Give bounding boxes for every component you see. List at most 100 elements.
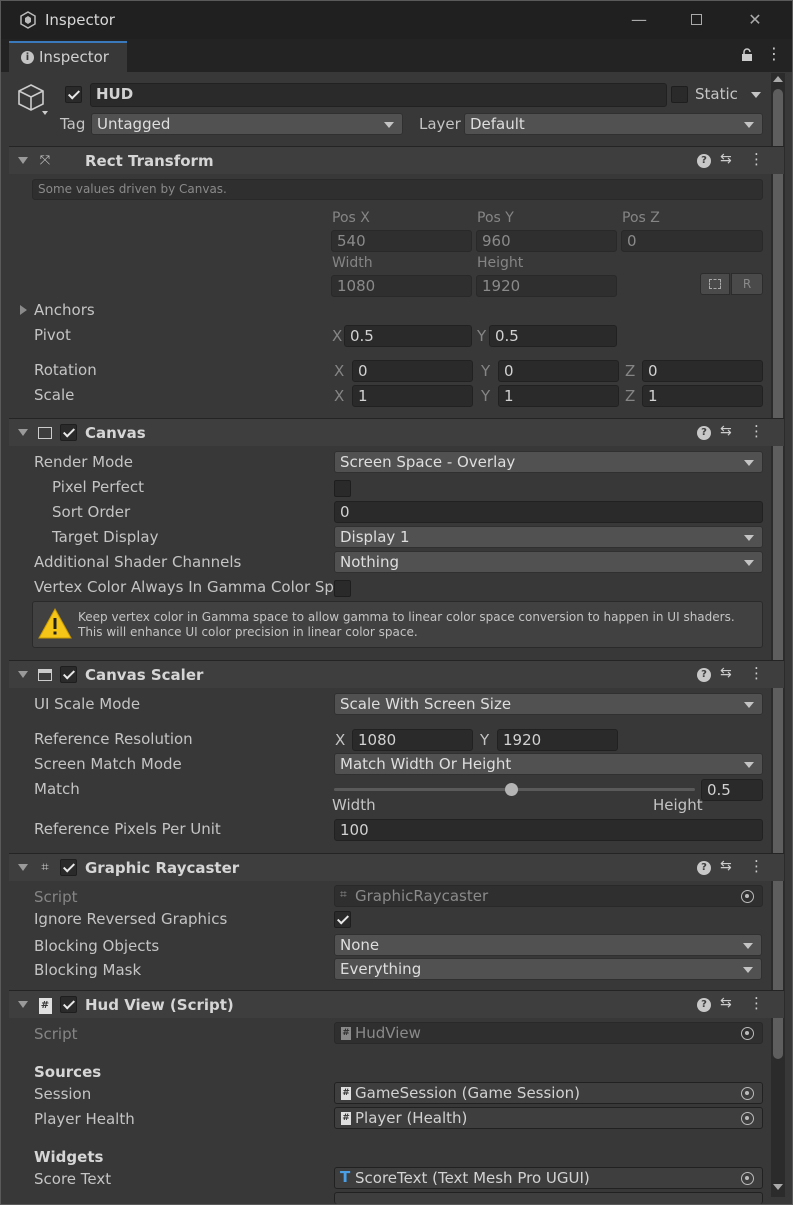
score-text-object-field[interactable]: T ScoreText (Text Mesh Pro UGUI) [334, 1167, 763, 1189]
fold-arrow-icon[interactable] [18, 157, 28, 164]
hud-script-field: # HudView [334, 1022, 763, 1044]
ignore-reversed-checkbox[interactable] [334, 911, 351, 928]
object-picker-icon[interactable] [741, 1172, 754, 1185]
gameobject-cube-icon[interactable] [17, 83, 51, 117]
match-slider-handle[interactable] [504, 783, 518, 796]
screen-match-mode-dropdown[interactable]: Match Width Or Height [334, 753, 763, 775]
rot-y-field[interactable]: 0 [498, 360, 619, 382]
ui-scale-mode-dropdown[interactable]: Scale With Screen Size [334, 693, 763, 715]
component-menu-icon[interactable]: ⋮ [749, 994, 764, 1012]
close-icon[interactable]: ✕ [745, 10, 765, 30]
target-display-label: Target Display [52, 528, 159, 546]
pixels-per-unit-field[interactable]: 100 [334, 819, 763, 841]
object-picker-icon [741, 1027, 754, 1040]
pos-z-field[interactable]: 0 [621, 230, 763, 252]
blueprint-mode-button[interactable] [700, 273, 730, 295]
session-object-field[interactable]: # GameSession (Game Session) [334, 1082, 763, 1104]
anchors-fold-icon[interactable] [20, 305, 27, 315]
maximize-icon[interactable] [686, 10, 706, 30]
presets-icon[interactable]: ⇆ [720, 151, 732, 167]
ui-scale-mode-label: UI Scale Mode [34, 695, 141, 713]
lock-icon[interactable] [741, 48, 753, 62]
hud-view-header[interactable]: # Hud View (Script) ? ⇆ ⋮ [9, 990, 784, 1018]
driven-values-note: Some values driven by Canvas. [32, 179, 763, 200]
chevron-down-icon [743, 943, 753, 949]
shader-channels-dropdown[interactable]: Nothing [334, 551, 763, 573]
tab-inspector[interactable]: i Inspector [9, 41, 127, 72]
component-menu-icon[interactable]: ⋮ [749, 150, 764, 168]
fold-arrow-icon[interactable] [18, 429, 28, 436]
kebab-menu-icon[interactable]: ⋮ [766, 45, 782, 63]
ref-x-axis: X [335, 731, 346, 749]
help-icon[interactable]: ? [697, 668, 711, 682]
object-picker-icon[interactable] [741, 1112, 754, 1125]
presets-icon[interactable]: ⇆ [720, 665, 732, 681]
ref-x-field[interactable]: 1080 [352, 729, 473, 751]
scale-y-field[interactable]: 1 [498, 385, 619, 407]
fold-arrow-icon[interactable] [18, 1001, 28, 1008]
inspector-window: Inspector — ✕ i Inspector ⋮ HUD Static T… [0, 0, 793, 1205]
script-file-icon: # [37, 997, 53, 1014]
chevron-down-icon [384, 122, 394, 128]
pixel-perfect-checkbox[interactable] [334, 480, 351, 497]
rect-transform-header[interactable]: ⤧ Rect Transform ? ⇆ ⋮ [9, 146, 784, 174]
score-text-label: Score Text [34, 1170, 112, 1188]
gameobject-active-checkbox[interactable] [65, 86, 82, 103]
player-health-object-field[interactable]: # Player (Health) [334, 1107, 763, 1129]
scroll-down-icon[interactable] [773, 1184, 783, 1190]
render-mode-dropdown[interactable]: Screen Space - Overlay [334, 451, 763, 473]
scrollbar-thumb[interactable] [773, 89, 783, 1059]
rot-z-field[interactable]: 0 [642, 360, 763, 382]
scroll-up-icon[interactable] [773, 76, 783, 82]
help-icon[interactable]: ? [697, 426, 711, 440]
raycaster-enabled-checkbox[interactable] [60, 859, 77, 876]
help-icon[interactable]: ? [697, 861, 711, 875]
component-menu-icon[interactable]: ⋮ [749, 664, 764, 682]
pivot-y-field[interactable]: 0.5 [489, 325, 617, 347]
target-display-dropdown[interactable]: Display 1 [334, 526, 763, 548]
warning-box: Keep vertex color in Gamma space to allo… [32, 601, 763, 648]
tag-dropdown[interactable]: Untagged [91, 113, 403, 135]
vertex-color-checkbox[interactable] [334, 580, 351, 597]
component-menu-icon[interactable]: ⋮ [749, 857, 764, 875]
sort-order-field[interactable]: 0 [334, 501, 763, 523]
fold-arrow-icon[interactable] [18, 671, 28, 678]
gameobject-name-field[interactable]: HUD [90, 83, 667, 107]
match-label: Match [34, 780, 80, 798]
component-title: Canvas [85, 424, 146, 442]
anchors-label[interactable]: Anchors [34, 301, 95, 319]
object-picker-icon[interactable] [741, 1087, 754, 1100]
unity-logo-icon [19, 11, 37, 29]
canvas-scaler-enabled-checkbox[interactable] [60, 666, 77, 683]
minimize-icon[interactable]: — [629, 10, 649, 30]
rot-x-field[interactable]: 0 [352, 360, 473, 382]
match-value-field[interactable]: 0.5 [701, 779, 763, 801]
blocking-mask-dropdown[interactable]: Everything [334, 958, 762, 980]
help-icon[interactable]: ? [697, 154, 711, 168]
canvas-enabled-checkbox[interactable] [60, 424, 77, 441]
presets-icon[interactable]: ⇆ [720, 995, 732, 1011]
ref-y-field[interactable]: 1920 [497, 729, 618, 751]
presets-icon[interactable]: ⇆ [720, 423, 732, 439]
canvas-header[interactable]: Canvas ? ⇆ ⋮ [9, 418, 784, 446]
graphic-raycaster-header[interactable]: ⌗ Graphic Raycaster ? ⇆ ⋮ [9, 853, 784, 881]
hud-view-enabled-checkbox[interactable] [60, 996, 77, 1013]
pos-z-label: Pos Z [622, 210, 660, 226]
static-dropdown-icon[interactable] [751, 92, 761, 98]
scale-z-field[interactable]: 1 [642, 385, 763, 407]
ref-y-axis: Y [480, 731, 490, 749]
pivot-x-field[interactable]: 0.5 [344, 325, 472, 347]
next-object-field-partial[interactable] [334, 1192, 763, 1204]
fold-arrow-icon[interactable] [18, 864, 28, 871]
session-value: GameSession (Game Session) [355, 1084, 581, 1102]
raw-edit-button[interactable]: R [731, 273, 763, 295]
scale-x-field[interactable]: 1 [352, 385, 473, 407]
object-picker-icon [741, 890, 754, 903]
help-icon[interactable]: ? [697, 998, 711, 1012]
canvas-scaler-header[interactable]: Canvas Scaler ? ⇆ ⋮ [9, 660, 784, 688]
layer-dropdown[interactable]: Default [464, 113, 763, 135]
blocking-objects-dropdown[interactable]: None [334, 934, 762, 956]
component-menu-icon[interactable]: ⋮ [749, 422, 764, 440]
presets-icon[interactable]: ⇆ [720, 858, 732, 874]
static-checkbox[interactable] [671, 86, 688, 103]
